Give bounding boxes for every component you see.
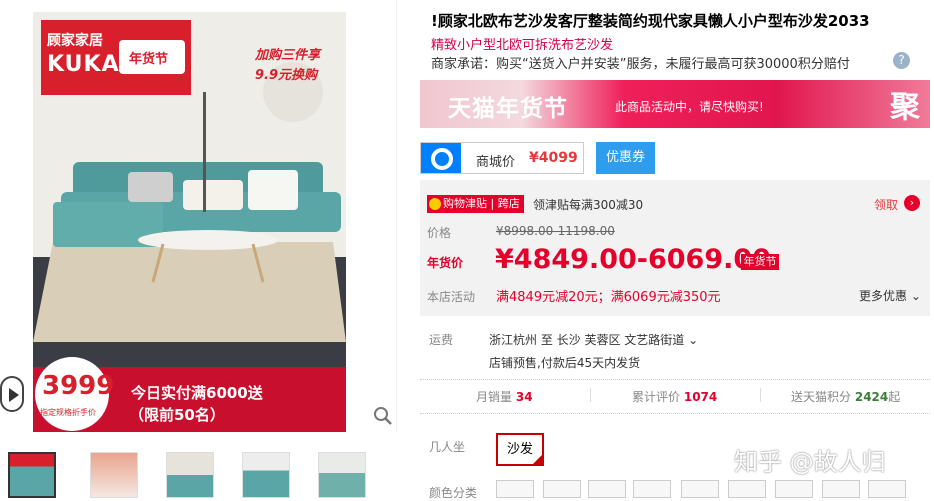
merchant-promise: 商家承诺：购买“送货入户并安装”服务，未履行最高可获30000积分赔付	[431, 57, 850, 72]
color-swatch[interactable]	[588, 480, 626, 498]
sale-price: ¥4849.00-6069.00	[495, 244, 771, 275]
color-swatch[interactable]	[496, 480, 534, 498]
color-swatch[interactable]	[543, 480, 581, 498]
promo-line2: 9.9元换购	[255, 68, 318, 83]
thumbnail-2[interactable]	[90, 452, 138, 498]
monthly-sales-label: 月销量	[476, 390, 513, 404]
sale-label: 年货价	[427, 256, 464, 270]
shipping-line: 浙江杭州 至 长沙 芙蓉区 文艺路街道	[489, 333, 685, 347]
banner-title: 天猫年货节	[448, 96, 568, 122]
color-swatch[interactable]	[822, 480, 860, 498]
banner-text: 此商品活动中，请尽快购买!	[615, 100, 764, 114]
product-title: !顾家北欧布艺沙发客厅整装简约现代家具懒人小户型布沙发2033	[431, 12, 870, 30]
points-label: 送天猫积分	[791, 390, 852, 404]
color-swatch[interactable]	[681, 480, 719, 498]
brand-cn: 顾家家居	[47, 33, 103, 49]
thumbnail-5[interactable]	[318, 452, 366, 498]
sale-badge: 年货节	[741, 254, 779, 270]
more-offers-label: 更多优惠	[859, 289, 908, 303]
zhihu-watermark: 知乎 @故人归	[734, 448, 886, 476]
divider	[760, 388, 761, 402]
thumbnail-4[interactable]	[242, 452, 290, 498]
banner-ju: 聚	[890, 90, 920, 125]
zoom-icon[interactable]	[373, 406, 393, 426]
reviews-value: 1074	[683, 390, 718, 404]
reviews-label: 累计评价	[632, 390, 681, 404]
bottom-promo-line1: 今日实付满6000送	[131, 384, 263, 402]
jintie-badge: 购物津贴 | 跨店	[427, 195, 524, 213]
points-value: 2424	[854, 390, 889, 404]
bottom-promo-line2: （限前50名）	[129, 406, 225, 424]
color-label: 颜色分类	[429, 486, 478, 500]
color-swatch[interactable]	[633, 480, 671, 498]
shipping-label: 运费	[429, 333, 454, 347]
total-reviews[interactable]: 累计评价 1074	[632, 388, 717, 405]
original-price: ¥8998.00-11198.00	[496, 224, 615, 238]
points-suffix: 起	[888, 390, 901, 404]
promo-line1: 加购三件享	[255, 48, 321, 63]
seat-option-sofa[interactable]: 沙发	[496, 433, 544, 466]
price-badge-note: 指定规格折手价	[40, 408, 96, 417]
coupon-button[interactable]: 优惠券	[596, 142, 655, 174]
festival-tag: 年货节	[129, 52, 169, 67]
store-price-value: ¥4099	[529, 150, 578, 166]
chevron-down-icon: ⌄	[907, 289, 921, 303]
color-swatch[interactable]	[775, 480, 813, 498]
festival-tag-box: 年货节	[119, 40, 185, 74]
price-badge-circle: 3999 指定规格折手价	[35, 357, 114, 431]
product-subtitle: 精致小户型北欧可拆洗布艺沙发	[431, 38, 614, 53]
help-icon[interactable]: ?	[893, 52, 910, 69]
brand-badge: 顾家家居 KUKA 年货节	[41, 20, 191, 95]
activity-label: 本店活动	[427, 290, 476, 304]
more-offers-link[interactable]: 更多优惠 ⌄	[859, 287, 921, 304]
main-product-image[interactable]: 顾家家居 KUKA 年货节 加购三件享 9.9元换购 3999 指定规格折手价 …	[33, 12, 346, 432]
shipping-note: 店铺预售,付款后45天内发货	[489, 356, 641, 370]
price-badge: 3999	[42, 371, 115, 401]
monthly-sales-value: 34	[515, 390, 533, 404]
divider	[590, 388, 591, 402]
thumbnail-1[interactable]	[8, 452, 56, 498]
store-price-label: 商城价	[476, 155, 516, 170]
jintie-text: 领津贴每满300减30	[533, 198, 644, 212]
coin-icon	[429, 198, 441, 210]
search-q-icon	[421, 143, 461, 173]
tmall-points: 送天猫积分 2424起	[791, 388, 900, 405]
chevron-down-icon: ⌄	[684, 333, 699, 347]
seat-label: 几人坐	[429, 440, 466, 454]
play-video-button[interactable]	[0, 376, 24, 412]
claim-link[interactable]: 领取	[874, 196, 898, 213]
color-swatch[interactable]	[868, 480, 906, 498]
activity-text: 满4849元减20元；满6069元减350元	[496, 290, 721, 305]
price-label: 价格	[427, 226, 452, 240]
shipping-destination-select[interactable]: 浙江杭州 至 长沙 芙蓉区 文艺路街道 ⌄	[489, 331, 698, 348]
thumbnail-3[interactable]	[166, 452, 214, 498]
color-swatch[interactable]	[728, 480, 766, 498]
brand-en: KUKA	[47, 52, 120, 77]
chevron-right-icon[interactable]: ›	[904, 195, 920, 211]
monthly-sales: 月销量 34	[476, 388, 533, 405]
